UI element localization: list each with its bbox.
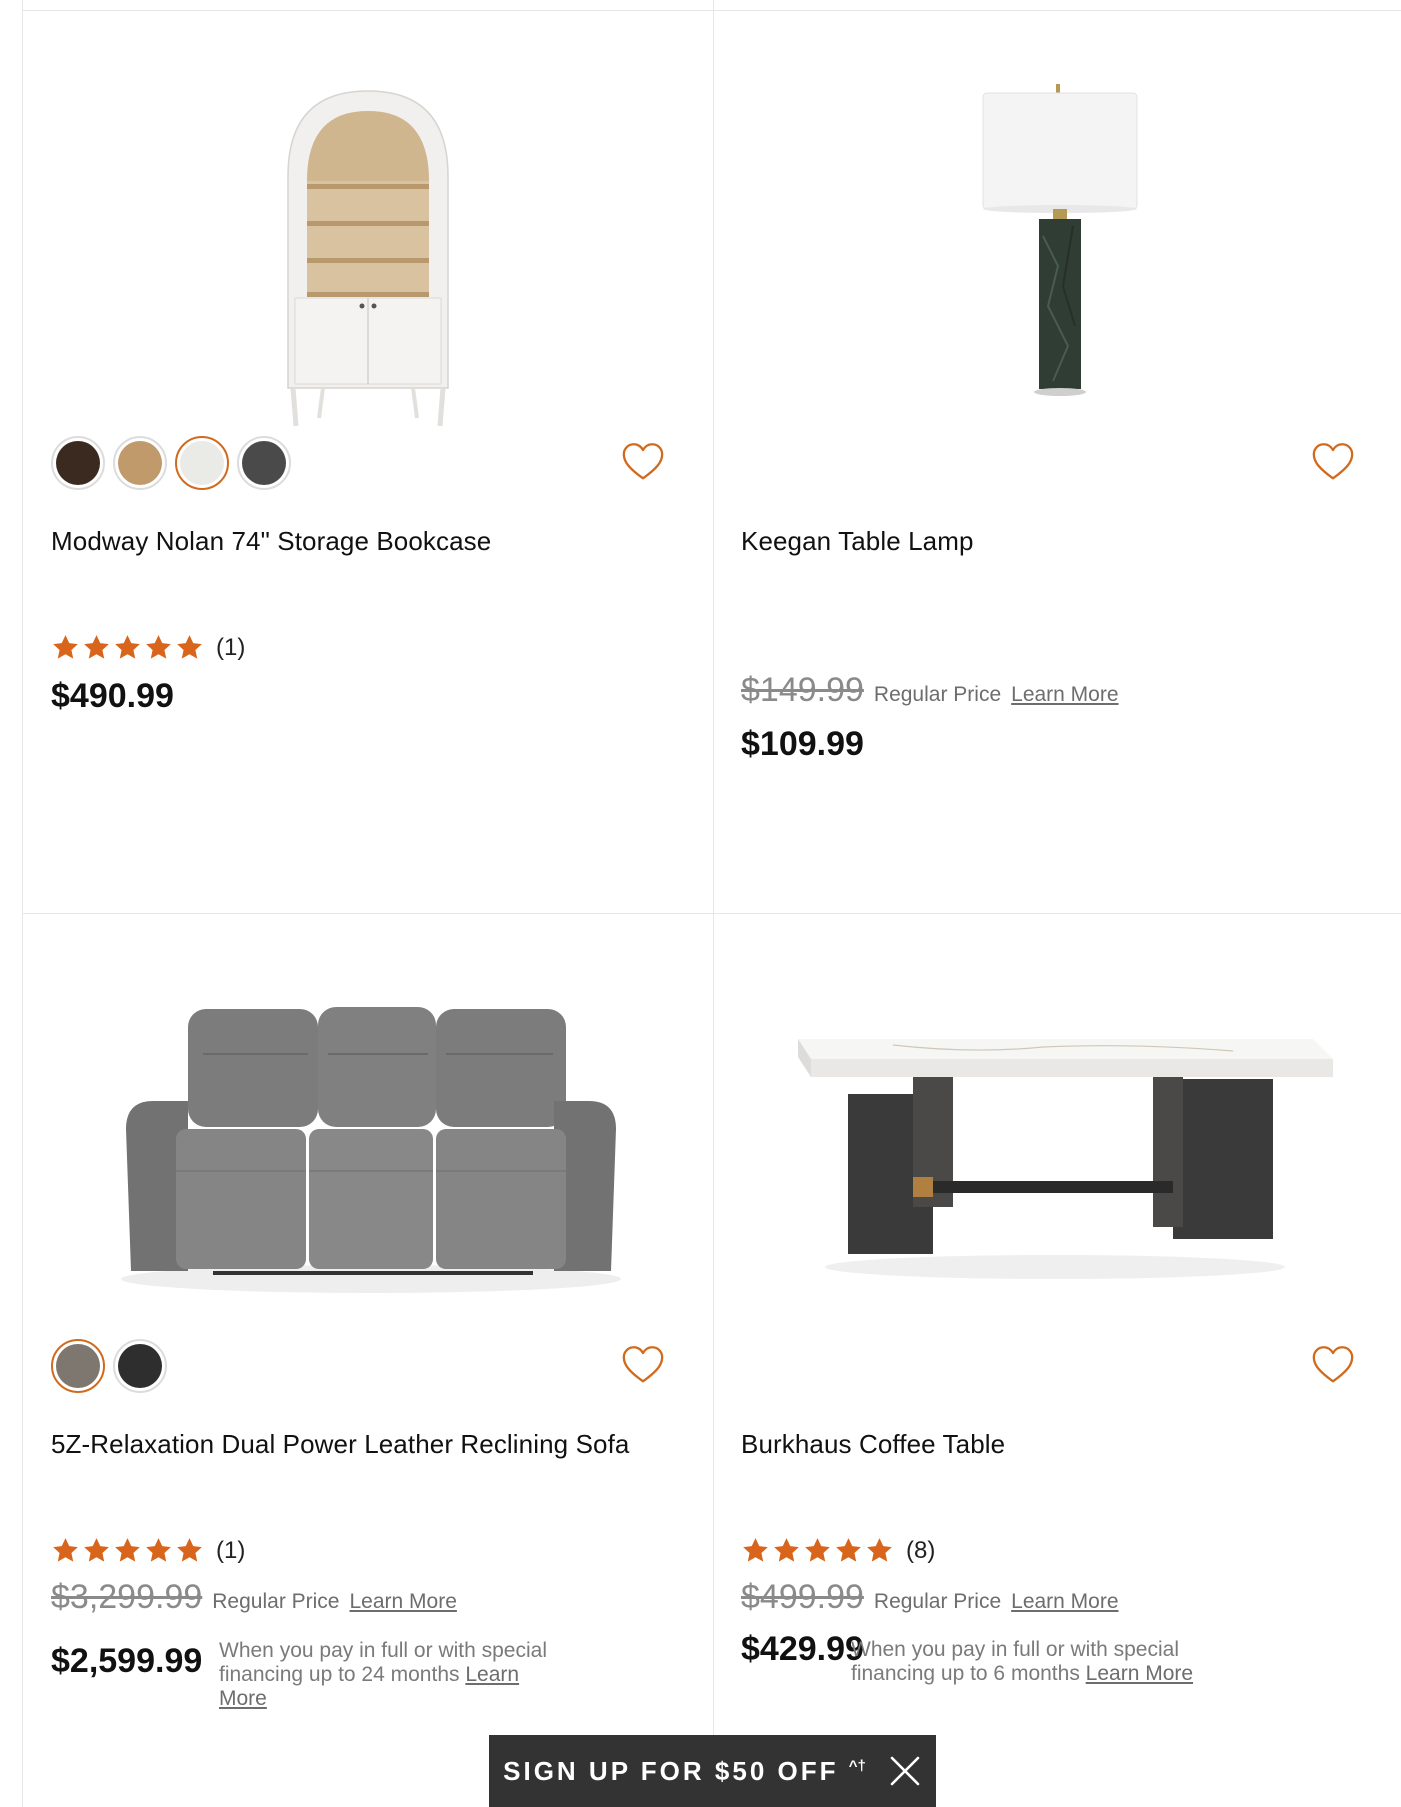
swatch-gray[interactable] [51, 1339, 105, 1393]
gray-leather-reclining-sofa-image[interactable] [23, 959, 712, 1329]
learn-more-link[interactable]: Learn More [350, 1590, 457, 1614]
sale-price: $109.99 [741, 725, 864, 763]
financing-text-line1: When you pay in full or with special [851, 1638, 1179, 1661]
product-title[interactable]: Burkhaus Coffee Table [741, 1429, 1005, 1460]
financing-learn-more-link[interactable]: Learn [465, 1663, 519, 1686]
star-icon [803, 1536, 832, 1565]
review-count: (8) [906, 1536, 936, 1564]
star-icon [865, 1536, 894, 1565]
product-card-lamp[interactable]: Keegan Table Lamp $149.99 Regular Price … [713, 11, 1401, 914]
regular-price: $149.99 [741, 671, 864, 709]
product-card-bookcase[interactable]: Modway Nolan 74" Storage Bookcase (1) $4… [23, 11, 712, 914]
signup-offer-label: SIGN UP FOR $50 OFF [503, 1755, 839, 1786]
star-icon [113, 1536, 142, 1565]
learn-more-link[interactable]: Learn More [1011, 683, 1118, 707]
review-count: (1) [216, 633, 246, 661]
regular-price-row: $3,299.99 Regular Price Learn More [51, 1578, 457, 1617]
product-rating[interactable]: (1) [51, 1536, 245, 1565]
star-icon [175, 1536, 204, 1565]
regular-price: $3,299.99 [51, 1578, 203, 1616]
swatch-gray[interactable] [237, 436, 291, 490]
star-icon [144, 1536, 173, 1565]
star-icon [144, 633, 173, 662]
product-title[interactable]: Modway Nolan 74" Storage Bookcase [51, 526, 491, 557]
heart-icon[interactable] [1310, 439, 1356, 485]
financing-text-line1: When you pay in full or with special [219, 1639, 547, 1662]
heart-icon[interactable] [620, 1342, 666, 1388]
learn-more-link[interactable]: Learn More [1011, 1590, 1118, 1614]
product-title[interactable]: Keegan Table Lamp [741, 526, 974, 557]
swatch-white[interactable] [175, 436, 229, 490]
heart-icon[interactable] [620, 439, 666, 485]
swatch-charcoal[interactable] [113, 1339, 167, 1393]
star-icon [175, 633, 204, 662]
star-rating [51, 633, 204, 662]
signup-offer-banner[interactable]: SIGN UP FOR $50 OFF ^† [489, 1735, 936, 1807]
financing-learn-more-link-cont[interactable]: More [219, 1687, 267, 1710]
arched-white-bookcase-image[interactable] [23, 56, 712, 427]
financing-learn-more-link[interactable]: Learn More [1086, 1662, 1193, 1685]
star-rating [741, 1536, 894, 1565]
regular-price-label: Regular Price [873, 1590, 1002, 1613]
regular-price: $499.99 [741, 1578, 864, 1616]
star-icon [113, 633, 142, 662]
marble-top-coffee-table-image[interactable] [713, 959, 1401, 1329]
green-marble-table-lamp-image[interactable] [713, 56, 1401, 426]
sale-price: $429.99 [741, 1630, 864, 1668]
regular-price-row: $499.99 Regular Price Learn More [741, 1578, 1119, 1617]
financing-text-line2: financing up to 6 months [851, 1662, 1080, 1685]
regular-price-label: Regular Price [212, 1590, 340, 1613]
color-swatches [51, 1339, 167, 1393]
product-rating[interactable]: (1) [51, 633, 245, 662]
product-rating[interactable]: (8) [741, 1536, 935, 1565]
review-count: (1) [216, 1536, 246, 1564]
sale-price: $490.99 [51, 677, 174, 715]
signup-offer-text[interactable]: SIGN UP FOR $50 OFF ^† [503, 1756, 866, 1787]
financing-note: When you pay in full or with special fin… [219, 1639, 579, 1711]
regular-price-label: Regular Price [873, 683, 1002, 706]
swatch-dark-walnut[interactable] [51, 436, 105, 490]
heart-icon[interactable] [1310, 1342, 1356, 1388]
financing-text-line2: financing up to 24 months [219, 1663, 460, 1686]
product-title[interactable]: 5Z-Relaxation Dual Power Leather Reclini… [51, 1429, 629, 1460]
product-card-sofa[interactable]: 5Z-Relaxation Dual Power Leather Reclini… [23, 914, 712, 1807]
star-icon [772, 1536, 801, 1565]
financing-note: When you pay in full or with special fin… [851, 1638, 1271, 1686]
sale-price: $2,599.99 [51, 1642, 203, 1680]
offer-superscript: ^† [848, 1756, 866, 1774]
star-icon [834, 1536, 863, 1565]
close-icon[interactable] [888, 1754, 922, 1788]
color-swatches [51, 436, 291, 490]
star-icon [741, 1536, 770, 1565]
star-icon [82, 633, 111, 662]
regular-price-row: $149.99 Regular Price Learn More [741, 671, 1119, 710]
star-icon [82, 1536, 111, 1565]
swatch-natural-oak[interactable] [113, 436, 167, 490]
star-rating [51, 1536, 204, 1565]
product-grid: Modway Nolan 74" Storage Bookcase (1) $4… [22, 0, 1401, 1807]
star-icon [51, 633, 80, 662]
product-card-coffee-table[interactable]: Burkhaus Coffee Table (8) $499.99 Regula… [713, 914, 1401, 1807]
star-icon [51, 1536, 80, 1565]
